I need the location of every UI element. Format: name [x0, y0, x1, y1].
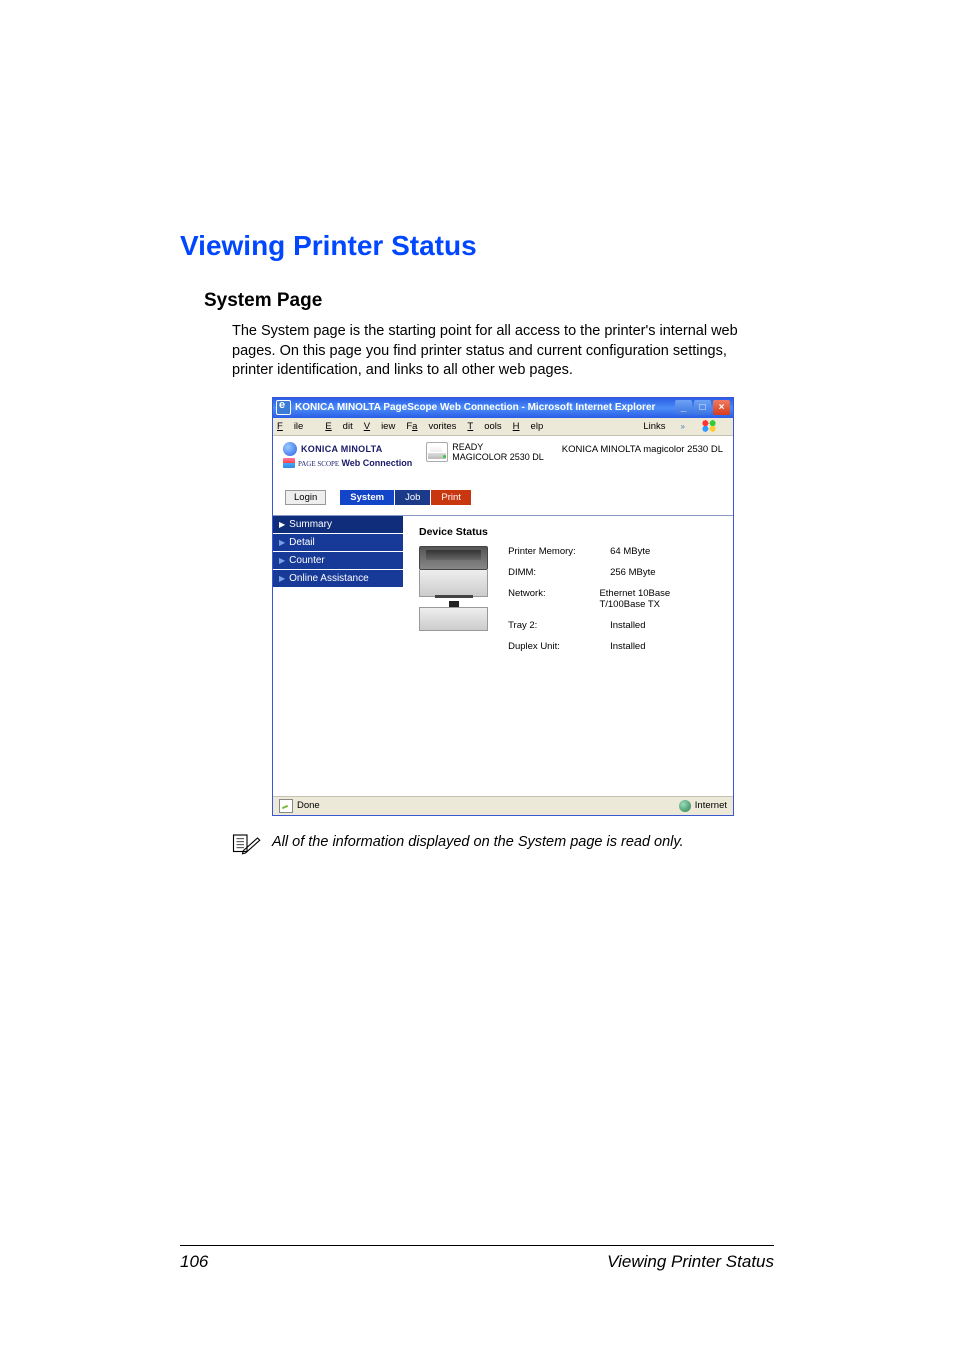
table-row: Printer Memory: 64 MByte	[508, 546, 717, 557]
status-done-label: Done	[297, 800, 320, 811]
window-title: KONICA MINOLTA PageScope Web Connection …	[295, 402, 675, 413]
note: All of the information displayed on the …	[232, 834, 774, 865]
body-paragraph: The System page is the starting point fo…	[232, 322, 764, 381]
sidebar-item-counter[interactable]: ▶ Counter	[273, 552, 403, 570]
brand-logo: KONICA MINOLTA PAGE SCOPE Web Connection	[283, 442, 412, 468]
triangle-icon: ▶	[279, 520, 285, 529]
sidebar-item-summary[interactable]: ▶ Summary	[273, 516, 403, 534]
content-pane: Device Status Printer Memory: 64 MByte	[403, 516, 733, 796]
printer-status: READY MAGICOLOR 2530 DL	[452, 442, 544, 464]
ie-icon	[276, 400, 291, 415]
windows-flag-icon[interactable]	[700, 419, 718, 433]
footer-title: Viewing Printer Status	[607, 1252, 774, 1272]
menu-tools[interactable]: Tools	[467, 421, 501, 432]
close-button[interactable]: ×	[713, 400, 730, 415]
tab-system[interactable]: System	[340, 490, 394, 505]
sidebar-item-label: Detail	[289, 537, 315, 548]
pagescope-icon	[283, 458, 295, 468]
pagescope-header: KONICA MINOLTA PAGE SCOPE Web Connection…	[273, 436, 733, 472]
device-status-table: Printer Memory: 64 MByte DIMM: 256 MByte…	[508, 546, 717, 662]
login-button[interactable]: Login	[285, 490, 326, 505]
sidebar-item-assistance[interactable]: ▶ Online Assistance	[273, 570, 403, 588]
printer-illustration	[419, 546, 488, 631]
menu-favorites[interactable]: Favorites	[406, 421, 456, 432]
sidebar-item-label: Summary	[289, 519, 332, 530]
header-device-name: KONICA MINOLTA magicolor 2530 DL	[562, 442, 723, 455]
brand-sub: PAGE SCOPE Web Connection	[298, 458, 412, 468]
internet-icon	[679, 800, 691, 812]
menu-view[interactable]: View	[364, 421, 396, 432]
sidebar-item-detail[interactable]: ▶ Detail	[273, 534, 403, 552]
menu-bar: File Edit View Favorites Tools Help Link…	[273, 418, 733, 436]
kv-key: Network:	[508, 588, 585, 610]
window-titlebar: KONICA MINOLTA PageScope Web Connection …	[273, 398, 733, 418]
globe-icon	[283, 442, 297, 456]
triangle-icon: ▶	[279, 556, 285, 565]
status-model: MAGICOLOR 2530 DL	[452, 452, 544, 463]
sidebar-item-label: Online Assistance	[289, 573, 369, 584]
screenshot-frame: KONICA MINOLTA PageScope Web Connection …	[272, 397, 734, 816]
links-label[interactable]: Links	[643, 421, 665, 432]
triangle-icon: ▶	[279, 538, 285, 547]
kv-value: Installed	[610, 620, 645, 631]
heading-2: System Page	[204, 290, 774, 312]
login-tabs-row: Login System Job Print	[273, 472, 733, 511]
table-row: Tray 2: Installed	[508, 620, 717, 631]
tab-print[interactable]: Print	[431, 490, 471, 505]
table-row: DIMM: 256 MByte	[508, 567, 717, 578]
menu-edit[interactable]: Edit	[325, 421, 352, 432]
chevron-right-icon[interactable]: »	[681, 422, 685, 431]
note-text: All of the information displayed on the …	[272, 834, 684, 850]
table-row: Network: Ethernet 10Base T/100Base TX	[508, 588, 717, 610]
kv-value: Ethernet 10Base T/100Base TX	[599, 588, 717, 610]
kv-value: 64 MByte	[610, 546, 650, 557]
menu-file[interactable]: File	[277, 421, 314, 432]
kv-key: Tray 2:	[508, 620, 596, 631]
status-bar: Done Internet	[273, 796, 733, 815]
brand-name: KONICA MINOLTA	[301, 444, 383, 454]
table-row: Duplex Unit: Installed	[508, 641, 717, 652]
note-icon	[232, 831, 262, 862]
status-zone-label: Internet	[695, 800, 727, 811]
kv-value: 256 MByte	[610, 567, 655, 578]
triangle-icon: ▶	[279, 574, 285, 583]
printer-icon	[426, 442, 448, 462]
page-number: 106	[180, 1252, 208, 1272]
sidebar-item-label: Counter	[289, 555, 325, 566]
main-area: ▶ Summary ▶ Detail ▶ Counter ▶ Online As…	[273, 516, 733, 796]
kv-key: DIMM:	[508, 567, 596, 578]
kv-key: Duplex Unit:	[508, 641, 596, 652]
page-footer: 106 Viewing Printer Status	[0, 1245, 954, 1333]
menu-help[interactable]: Help	[513, 421, 544, 432]
kv-key: Printer Memory:	[508, 546, 596, 557]
kv-value: Installed	[610, 641, 645, 652]
minimize-button[interactable]: _	[675, 400, 692, 415]
section-title: Device Status	[419, 526, 717, 538]
maximize-button[interactable]: □	[694, 400, 711, 415]
status-ready: READY	[452, 442, 544, 453]
sidebar: ▶ Summary ▶ Detail ▶ Counter ▶ Online As…	[273, 516, 403, 796]
heading-1: Viewing Printer Status	[180, 230, 774, 262]
tab-job[interactable]: Job	[395, 490, 430, 505]
done-icon	[279, 799, 293, 813]
